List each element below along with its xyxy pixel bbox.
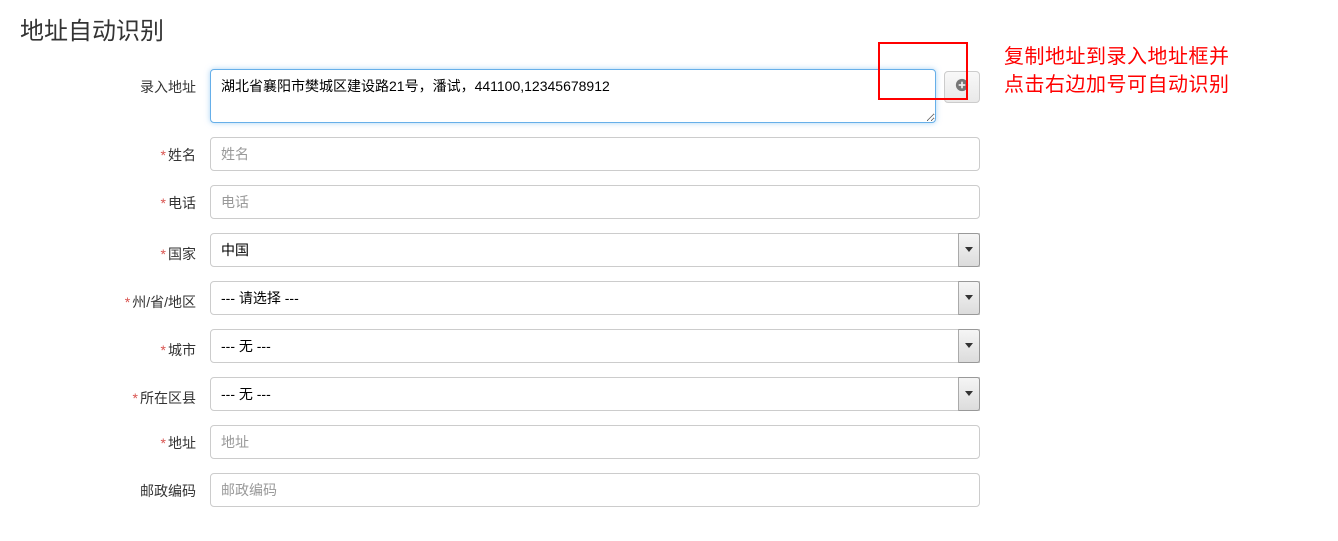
name-field[interactable] xyxy=(210,137,980,171)
plus-circle-icon xyxy=(955,78,969,95)
city-select[interactable]: --- 无 --- xyxy=(210,329,980,363)
label-country: *国家 xyxy=(20,236,210,264)
label-postcode: 邮政编码 xyxy=(20,473,210,501)
address-field[interactable] xyxy=(210,425,980,459)
label-input-address: 录入地址 xyxy=(20,69,210,97)
label-name: *姓名 xyxy=(20,137,210,165)
postcode-field[interactable] xyxy=(210,473,980,507)
label-district: *所在区县 xyxy=(20,380,210,408)
phone-field[interactable] xyxy=(210,185,980,219)
annotation-hint: 复制地址到录入地址框并 点击右边加号可自动识别 xyxy=(1004,43,1336,99)
district-select[interactable]: --- 无 --- xyxy=(210,377,980,411)
label-state: *州/省/地区 xyxy=(20,284,210,312)
state-select[interactable]: --- 请选择 --- xyxy=(210,281,980,315)
label-city: *城市 xyxy=(20,332,210,360)
add-button[interactable] xyxy=(944,71,980,103)
address-input-textarea[interactable] xyxy=(210,69,936,123)
label-address: *地址 xyxy=(20,425,210,453)
label-phone: *电话 xyxy=(20,185,210,213)
country-select[interactable]: 中国 xyxy=(210,233,980,267)
